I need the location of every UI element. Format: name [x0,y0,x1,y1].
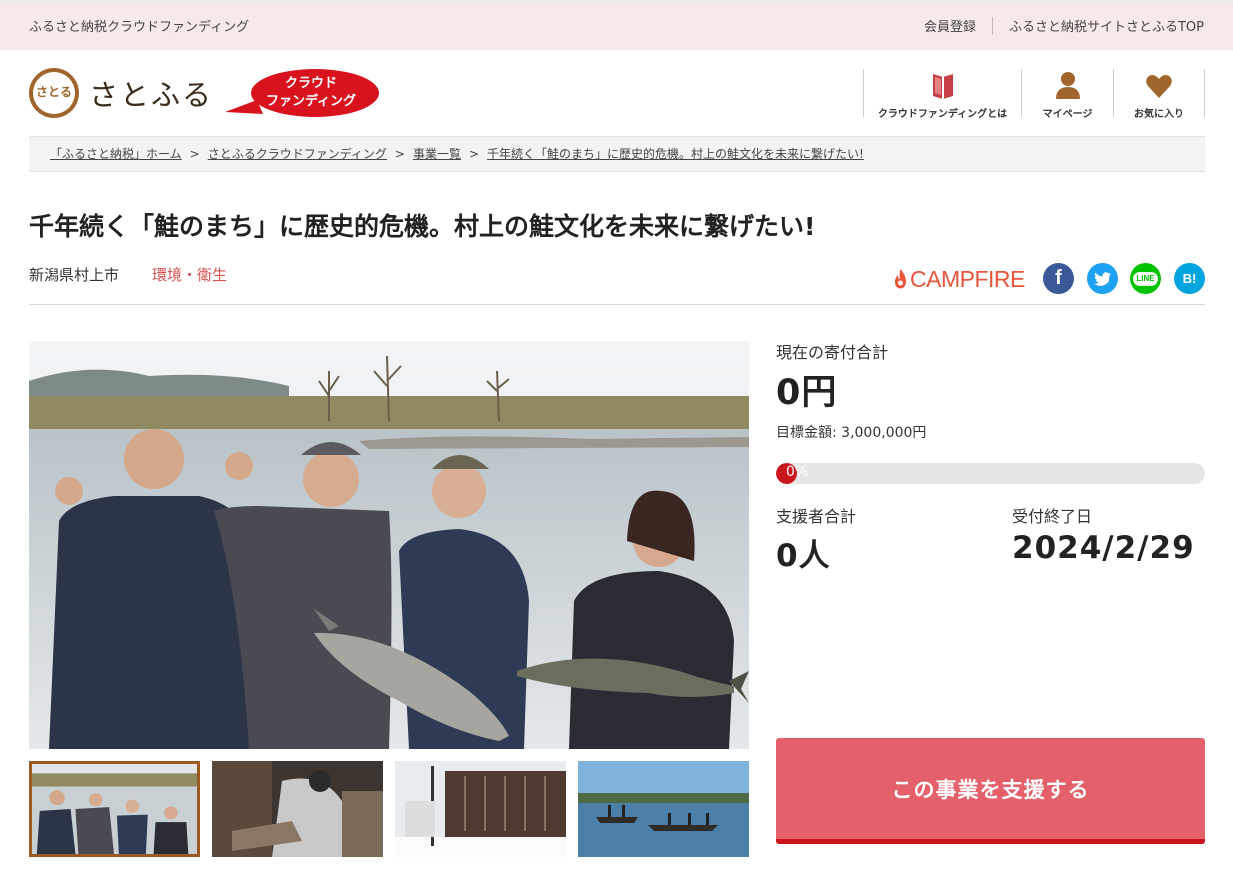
breadcrumb-projects[interactable]: 事業一覧 [413,147,461,161]
thumbnail-1[interactable] [29,761,200,857]
supporters-value: 0人 [776,538,831,574]
nav-about-crowdfunding[interactable]: クラウドファンディングとは [863,69,1021,120]
line-share-icon[interactable]: LINE [1130,263,1161,294]
line-share-label: LINE [1133,271,1158,286]
deadline-value: 2024/2/29 [1012,530,1195,566]
user-icon [1055,72,1080,99]
nav-label: マイページ [1042,109,1093,120]
top-links: 会員登録 ふるさと納税サイトさとふるTOP [924,16,1204,35]
page-title: 千年続く「鮭のまち」に歴史的危機。村上の鮭文化を未来に繋げたい! [29,212,816,241]
target-amount: 目標金額: 3,000,000円 [776,425,927,441]
logo-glyph: さとる [35,85,72,99]
flame-icon [895,269,906,289]
nav-favorites[interactable]: お気に入り [1113,69,1205,120]
satofull-logo[interactable]: さとる さとふる [29,68,213,118]
funding-progress-bar: 0% [776,463,1205,484]
badge-line-2: ファンディング [265,94,357,109]
link-divider [991,16,993,35]
hatena-bookmark-icon[interactable]: B! [1174,263,1205,294]
nav-mypage[interactable]: マイページ [1021,69,1113,120]
deadline-label: 受付終了日 [1012,507,1093,526]
breadcrumb: 「ふるさと納税」ホーム > さとふるクラウドファンディング > 事業一覧 > 千年続く「鮭の… [29,136,1205,172]
supporters-label: 支援者合計 [776,507,857,526]
bird-icon [1094,271,1111,286]
facebook-share-icon[interactable]: f [1043,263,1074,294]
divider [29,304,1205,305]
photo-thumbnails [29,761,761,857]
logo-mark: さとる [29,68,79,118]
current-total-label: 現在の寄付合計 [776,343,889,362]
current-total-value: 0円 [776,373,838,413]
thumbnail-4[interactable] [578,761,749,857]
top-bar: ふるさと納税クラウドファンディング 会員登録 ふるさと納税サイトさとふるTOP [0,0,1233,50]
nav-label: クラウドファンディングとは [877,109,1008,120]
breadcrumb-crowdfunding[interactable]: さとふるクラウドファンディング [208,147,387,161]
main-project-photo[interactable] [29,341,749,749]
campfire-logo[interactable]: CAMPFIRE [893,264,1025,294]
register-link[interactable]: 会員登録 [924,16,976,35]
book-icon [932,74,953,99]
project-location: 新潟県村上市 [29,266,120,284]
project-category[interactable]: 環境・衛生 [152,264,227,285]
thumbnail-3[interactable] [395,761,566,857]
breadcrumb-current[interactable]: 千年続く「鮭のまち」に歴史的危機。村上の鮭文化を未来に繋げたい! [487,147,864,161]
logo-text: さとふる [89,78,214,112]
campfire-text: CAMPFIRE [910,265,1025,292]
site-name: ふるさと納税クラウドファンディング [29,20,250,35]
badge-line-1: クラウド [284,76,337,91]
breadcrumb-home[interactable]: 「ふるさと納税」ホーム [50,147,182,161]
twitter-share-icon[interactable] [1087,263,1118,294]
satofull-top-link[interactable]: ふるさと納税サイトさとふるTOP [1009,16,1204,35]
heart-icon [1146,75,1172,98]
thumbnail-2[interactable] [212,761,383,857]
progress-percent: 0% [786,464,809,480]
crowdfunding-badge[interactable]: クラウド ファンディング [223,68,381,120]
nav-label: お気に入り [1134,109,1184,120]
header: さとる さとふる クラウド ファンディング クラウドファンディングとは マイペー… [0,50,1233,135]
support-project-button[interactable]: この事業を支援する [776,738,1205,844]
